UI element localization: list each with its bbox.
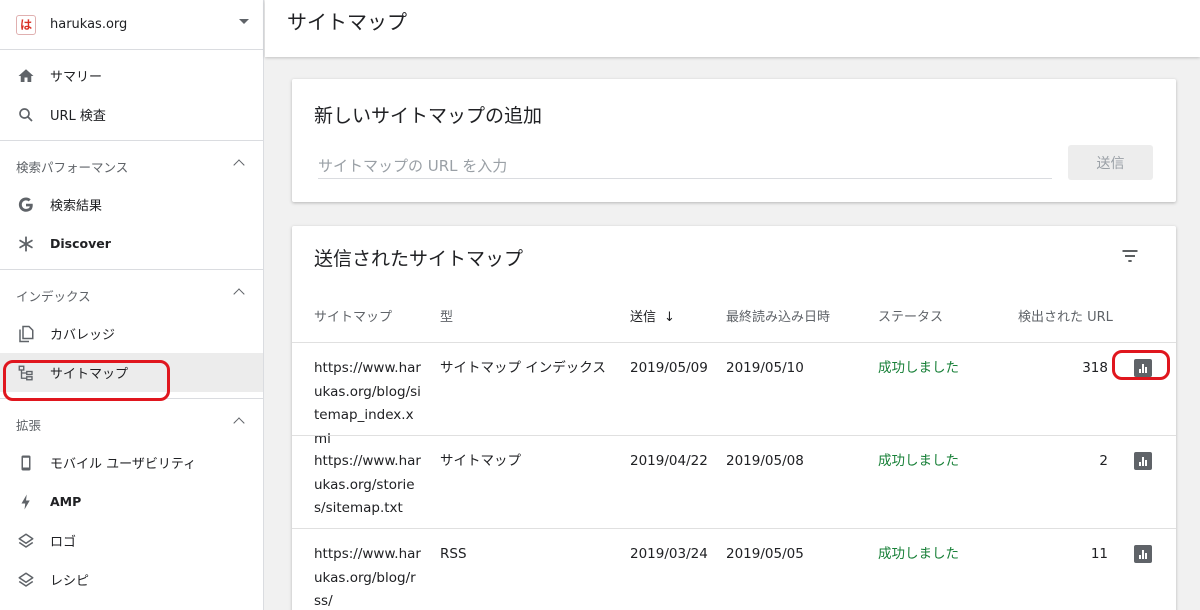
filter-icon[interactable]	[1118, 244, 1142, 268]
sidebar-item-search-results[interactable]: 検索結果	[0, 185, 263, 224]
table-row[interactable]: https://www.harukas.org/blog/sitemap_ind…	[292, 342, 1176, 447]
last-read-date: 2019/05/05	[726, 546, 804, 562]
sidebar-item-label: モバイル ユーザビリティ	[50, 457, 197, 472]
column-header-label: 送信	[630, 310, 657, 325]
sitemap-url: https://www.harukas.org/blog/rss/	[314, 546, 421, 609]
submitted-date: 2019/03/24	[630, 546, 708, 562]
status-text: 成功しました	[878, 453, 959, 469]
google-g-icon	[16, 195, 36, 215]
layers-icon	[16, 531, 36, 551]
chevron-up-icon[interactable]	[233, 288, 245, 300]
nav-group-enhancements: 拡張 モバイル ユーザビリティ AMP ロゴ レシピ	[0, 399, 263, 605]
asterisk-icon	[16, 234, 36, 254]
chart-icon[interactable]	[1130, 541, 1156, 567]
sitemap-type: RSS	[440, 546, 467, 562]
status-text: 成功しました	[878, 546, 959, 562]
sidebar-item-label: AMP	[50, 494, 82, 509]
sitemap-url: https://www.harukas.org/stories/sitemap.…	[314, 453, 421, 516]
section-header-enhancements[interactable]: 拡張	[0, 405, 263, 443]
sidebar-item-discover[interactable]: Discover	[0, 224, 263, 263]
sitemap-url-input[interactable]	[318, 153, 1052, 179]
sidebar-item-logo[interactable]: ロゴ	[0, 521, 263, 560]
section-title: 拡張	[16, 417, 42, 433]
status-text: 成功しました	[878, 360, 959, 376]
sidebar-item-label: サマリー	[50, 70, 103, 85]
submitted-date: 2019/05/09	[630, 360, 708, 376]
highlight-annotation	[3, 360, 170, 401]
sidebar: は harukas.org サマリー URL 検査 検索パフォーマンス 検索結果	[0, 0, 264, 610]
sidebar-item-amp[interactable]: AMP	[0, 482, 263, 521]
column-header-discovered-urls[interactable]: 検出された URL	[1018, 306, 1113, 325]
submitted-sitemaps-title: 送信されたサイトマップ	[314, 248, 524, 270]
column-header-status[interactable]: ステータス	[878, 306, 943, 325]
copy-icon	[16, 324, 36, 344]
section-title: 検索パフォーマンス	[16, 159, 129, 175]
search-icon	[16, 105, 36, 125]
last-read-date: 2019/05/08	[726, 453, 804, 469]
section-header-index[interactable]: インデックス	[0, 276, 263, 314]
discovered-url-count: 318	[1082, 360, 1108, 376]
section-title: インデックス	[16, 288, 91, 304]
last-read-date: 2019/05/10	[726, 360, 804, 376]
sidebar-item-label: レシピ	[50, 574, 90, 589]
sidebar-item-label: 検索結果	[50, 199, 103, 214]
sitemap-type: サイトマップ	[440, 453, 521, 469]
property-name: harukas.org	[50, 17, 128, 32]
sidebar-item-mobile-usability[interactable]: モバイル ユーザビリティ	[0, 443, 263, 482]
page-header: サイトマップ	[265, 0, 1200, 57]
discovered-url-count: 11	[1090, 546, 1108, 562]
table-row[interactable]: https://www.harukas.org/blog/rss/ RSS 20…	[292, 528, 1176, 610]
submitted-date: 2019/04/22	[630, 453, 708, 469]
nav-group-top: サマリー URL 検査	[0, 50, 263, 141]
property-selector[interactable]: は harukas.org	[0, 0, 263, 50]
submit-button[interactable]: 送信	[1068, 145, 1153, 180]
sidebar-item-label: URL 検査	[50, 109, 106, 124]
page-title: サイトマップ	[287, 10, 407, 34]
bolt-icon	[16, 492, 36, 512]
sort-down-arrow-icon: ↓	[664, 310, 675, 325]
sitemap-type: サイトマップ インデックス	[440, 360, 606, 376]
sidebar-item-coverage[interactable]: カバレッジ	[0, 314, 263, 353]
section-header-search-performance[interactable]: 検索パフォーマンス	[0, 147, 263, 185]
property-logo: は	[16, 14, 36, 35]
sidebar-item-label: Discover	[50, 236, 111, 251]
home-icon	[16, 66, 36, 86]
phone-icon	[16, 453, 36, 473]
chart-icon[interactable]	[1130, 448, 1156, 474]
add-sitemap-card: 新しいサイトマップの追加 送信	[292, 79, 1176, 202]
sidebar-item-label: ロゴ	[50, 535, 77, 550]
nav-group-search-performance: 検索パフォーマンス 検索結果 Discover	[0, 141, 263, 270]
chevron-up-icon[interactable]	[233, 159, 245, 171]
add-sitemap-title: 新しいサイトマップの追加	[314, 105, 543, 127]
layers-icon	[16, 570, 36, 590]
sidebar-item-summary[interactable]: サマリー	[0, 56, 263, 95]
sidebar-item-url-inspection[interactable]: URL 検査	[0, 95, 263, 134]
column-header-last-read[interactable]: 最終読み込み日時	[726, 306, 830, 325]
discovered-url-count: 2	[1099, 453, 1108, 469]
column-header-type[interactable]: 型	[440, 306, 453, 325]
caret-down-icon[interactable]	[239, 19, 249, 24]
sidebar-item-recipe[interactable]: レシピ	[0, 560, 263, 599]
table-row[interactable]: https://www.harukas.org/stories/sitemap.…	[292, 435, 1176, 528]
column-header-submitted[interactable]: 送信 ↓	[630, 306, 675, 325]
sidebar-item-label: カバレッジ	[50, 328, 116, 343]
column-header-sitemap[interactable]: サイトマップ	[314, 306, 392, 325]
submitted-sitemaps-card: 送信されたサイトマップ サイトマップ 型 送信 ↓ 最終読み込み日時 ステータス …	[292, 226, 1176, 610]
chevron-up-icon[interactable]	[233, 417, 245, 429]
highlight-annotation	[1112, 350, 1170, 380]
